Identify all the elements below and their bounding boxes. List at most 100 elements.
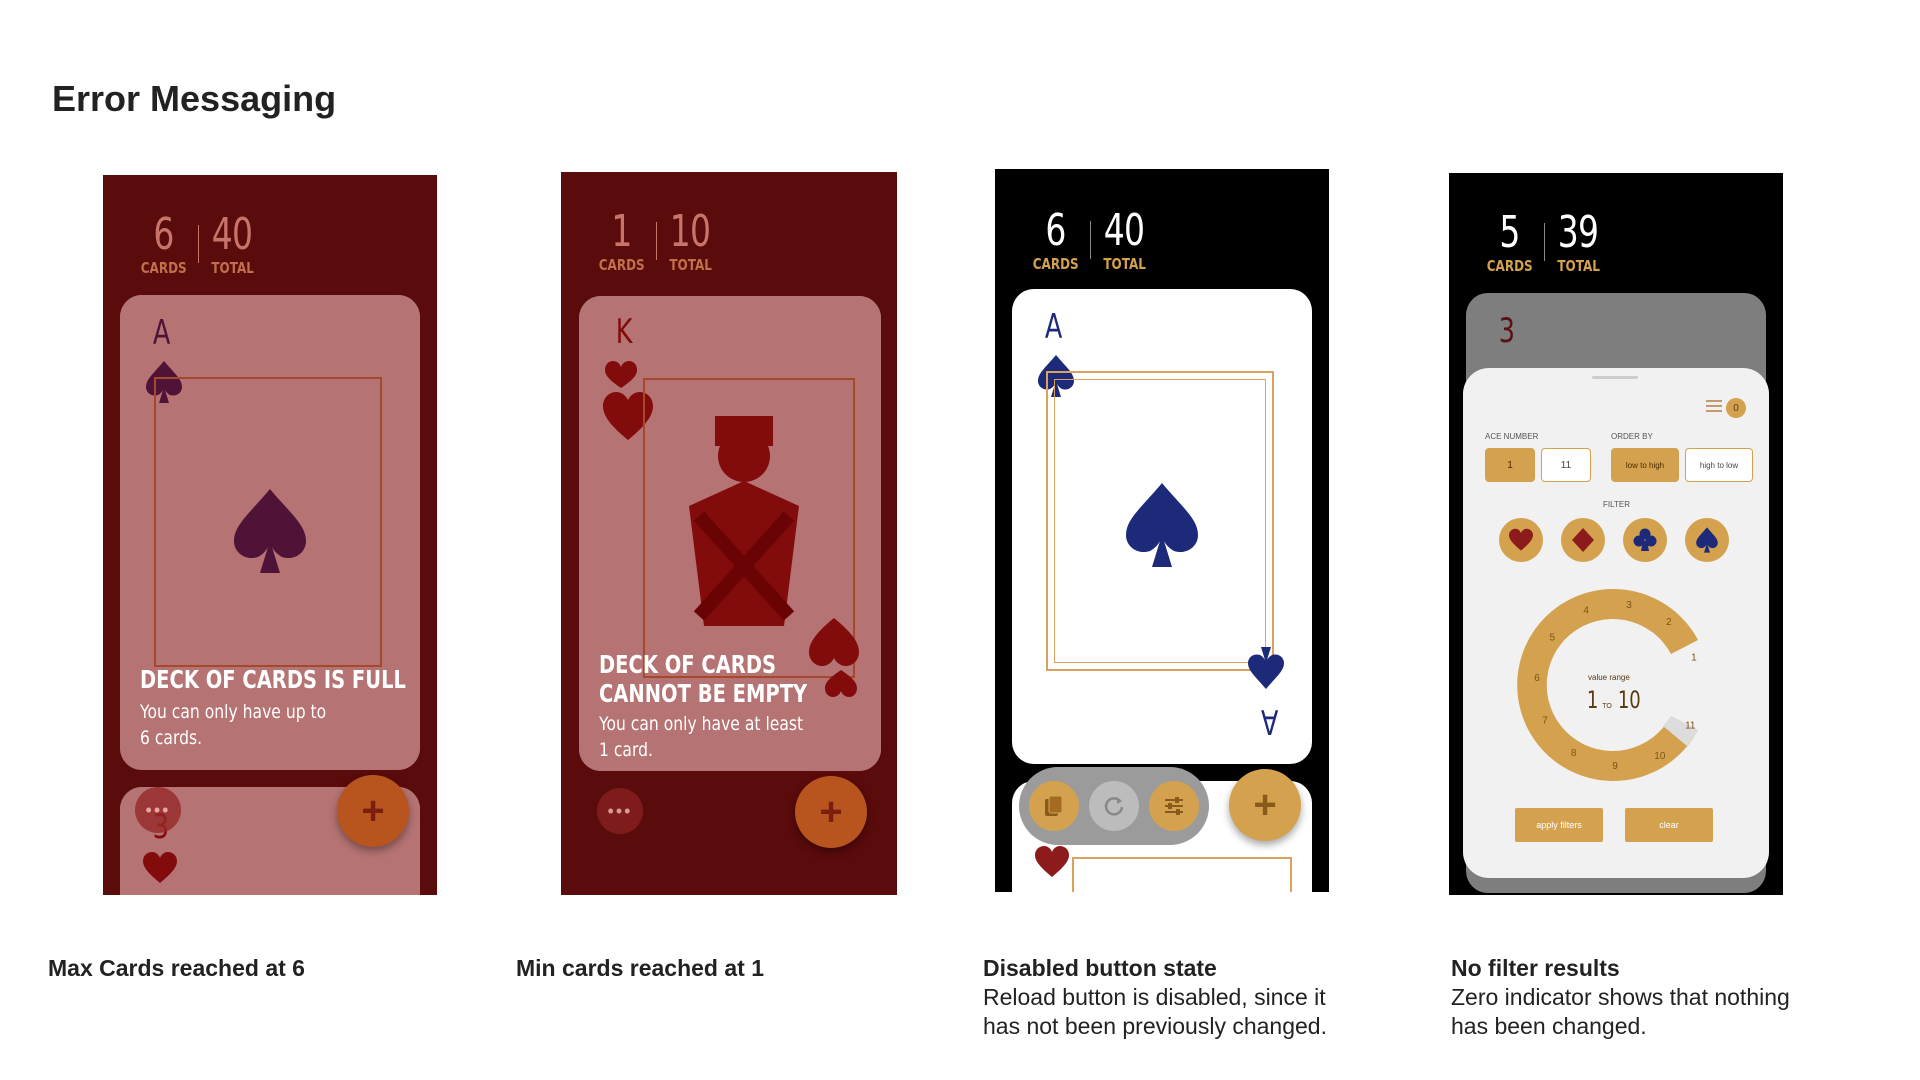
error-line-1: You can only have up to (140, 701, 327, 723)
cards-label: CARDS (1486, 257, 1533, 275)
club-icon (1633, 528, 1657, 551)
add-card-button[interactable]: + (337, 775, 409, 847)
playing-card[interactable]: K DECK OF CARDS CANNOT BE EMPTY You can … (579, 296, 881, 771)
filter-clubs[interactable] (1623, 518, 1667, 562)
clear-button[interactable]: clear (1625, 808, 1713, 842)
dial-number: 9 (1612, 761, 1618, 772)
error-line-2: 6 cards. (140, 727, 203, 749)
dial-number: 2 (1666, 617, 1672, 628)
order-by-label: ORDER BY (1611, 432, 1653, 441)
cards-label: CARDS (1032, 255, 1079, 273)
caption-min-cards: Min cards reached at 1 (516, 954, 764, 983)
filter-label: FILTER (1603, 500, 1630, 509)
value-range-readout: 1 TO 10 (1585, 686, 1644, 714)
spade-icon-inverted (1248, 647, 1284, 689)
error-line-1: You can only have at least (599, 713, 804, 735)
dial-number: 1 (1691, 652, 1697, 663)
caption-desc-line-1: Zero indicator shows that nothing (1451, 984, 1790, 1010)
caption-desc-line-2: has been changed. (1451, 1013, 1647, 1039)
more-dots-icon: ••• (607, 800, 633, 821)
total-label: TOTAL (211, 259, 254, 277)
error-title-line-2: CANNOT BE EMPTY (599, 679, 808, 708)
range-from: 1 (1586, 686, 1599, 714)
reload-icon (1104, 797, 1124, 816)
plus-icon: + (361, 789, 385, 833)
error-line-2: 1 card. (599, 739, 653, 761)
card-counter: 1 CARDS 10 TOTAL (593, 206, 717, 275)
more-button[interactable]: ••• (597, 788, 643, 834)
value-range-label: value range (1588, 673, 1630, 682)
dial-number: 5 (1550, 632, 1556, 643)
heart-icon (1035, 846, 1069, 877)
dial-number: 7 (1542, 716, 1548, 727)
cards-count: 6 (153, 209, 175, 260)
cards-label: CARDS (598, 256, 645, 274)
dial-number: 3 (1626, 600, 1632, 611)
playing-card[interactable]: A DECK OF CARDS IS FULL You can only hav… (120, 295, 420, 770)
dial-number: 10 (1654, 751, 1666, 762)
add-card-button[interactable]: + (1229, 769, 1301, 841)
total-count: 40 (1104, 205, 1145, 256)
total-label: TOTAL (669, 256, 712, 274)
dial-number: 8 (1571, 748, 1577, 759)
caption-desc-line-2: has not been previously changed. (983, 1013, 1327, 1039)
phone-max-cards: 6 CARDS 40 TOTAL A DECK OF CARDS IS FULL… (103, 175, 437, 895)
sliders-icon (1165, 797, 1183, 815)
deck-icon (1045, 795, 1063, 816)
order-low-to-high[interactable]: low to high (1611, 448, 1679, 482)
caption-disabled-button: Disabled button state Reload button is d… (983, 954, 1327, 1041)
more-button[interactable]: ••• (135, 787, 181, 833)
total-count: 39 (1558, 207, 1599, 258)
card-rank: 3 (1498, 311, 1515, 351)
phone-no-filter-results: 5 CARDS 39 TOTAL 3 0 ACE NUMBER 1 11 ORD… (1449, 173, 1783, 895)
error-title: DECK OF CARDS IS FULL (140, 665, 406, 694)
filter-hearts[interactable] (1499, 518, 1543, 562)
spade-center-icon (1126, 483, 1198, 567)
spade-icon (1696, 527, 1718, 553)
drag-handle[interactable] (1592, 376, 1638, 379)
caption-title: Max Cards reached at 6 (48, 955, 305, 981)
error-title-line-1: DECK OF CARDS (599, 650, 777, 679)
cards-label: CARDS (140, 259, 187, 277)
settings-button[interactable] (1149, 781, 1199, 831)
cards-count: 6 (1045, 205, 1067, 256)
total-count: 10 (670, 206, 711, 257)
plus-icon: + (819, 790, 843, 834)
playing-card[interactable]: A A (1012, 289, 1312, 764)
caption-title: No filter results (1451, 955, 1620, 981)
caption-max-cards: Max Cards reached at 6 (48, 954, 305, 983)
dial-number: 11 (1685, 721, 1696, 732)
reload-button[interactable] (1089, 781, 1139, 831)
deck-button[interactable] (1029, 781, 1079, 831)
add-card-button[interactable]: + (795, 776, 867, 848)
ace-option-11[interactable]: 11 (1541, 448, 1591, 482)
caption-title: Min cards reached at 1 (516, 955, 764, 981)
page-title: Error Messaging (52, 78, 337, 119)
filter-diamonds[interactable] (1561, 518, 1605, 562)
filter-sliders-icon (1706, 400, 1722, 412)
filter-panel: 0 ACE NUMBER 1 11 ORDER BY low to high h… (1463, 368, 1769, 878)
phone-min-cards: 1 CARDS 10 TOTAL K DECK OF CARDS CANNOT … (561, 172, 897, 895)
diamond-icon (1572, 528, 1594, 552)
cards-count: 5 (1499, 207, 1521, 258)
more-dots-icon: ••• (145, 799, 171, 820)
range-to-word: TO (1602, 703, 1612, 710)
plus-icon: + (1253, 783, 1277, 827)
phone-disabled-button: 6 CARDS 40 TOTAL A A 3 (995, 169, 1329, 892)
card-rank-inverted: A (1260, 701, 1279, 741)
ace-option-1[interactable]: 1 (1485, 448, 1535, 482)
filter-count-indicator: 0 (1726, 398, 1746, 418)
dial-number: 6 (1534, 673, 1540, 684)
caption-no-filter-results: No filter results Zero indicator shows t… (1451, 954, 1790, 1041)
order-high-to-low[interactable]: high to low (1685, 448, 1753, 482)
heart-icon (1509, 528, 1533, 551)
apply-filters-button[interactable]: apply filters (1515, 808, 1603, 842)
filter-spades[interactable] (1685, 518, 1729, 562)
dial-number: 4 (1583, 605, 1589, 616)
ace-number-label: ACE NUMBER (1485, 432, 1539, 441)
total-label: TOTAL (1557, 257, 1600, 275)
value-range-dial[interactable]: 1 2 3 4 5 6 7 8 9 10 11 (1513, 580, 1723, 790)
total-label: TOTAL (1103, 255, 1146, 273)
caption-desc-line-1: Reload button is disabled, since it (983, 984, 1326, 1010)
range-to: 10 (1617, 686, 1641, 714)
